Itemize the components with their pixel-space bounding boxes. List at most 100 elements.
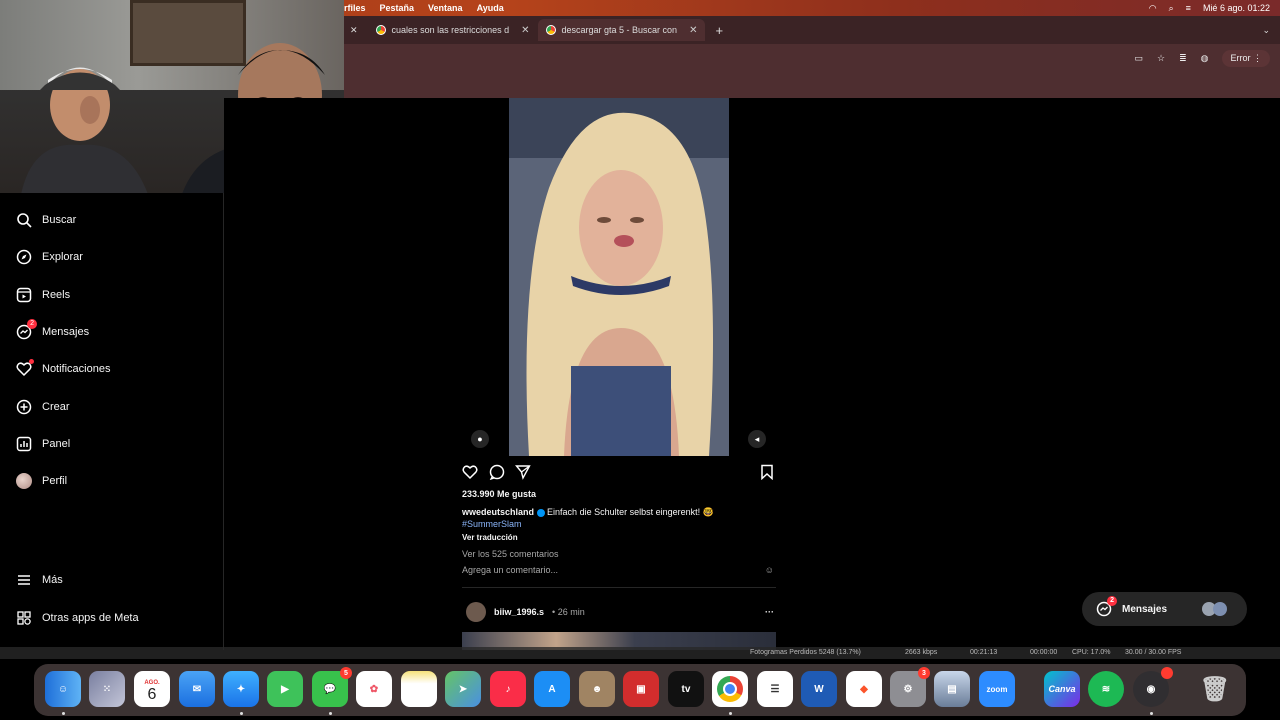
- chrome-icon[interactable]: [712, 671, 748, 707]
- more-options-icon[interactable]: ···: [765, 607, 774, 617]
- star-icon[interactable]: ☆: [1157, 53, 1165, 64]
- finder-icon[interactable]: ☺: [45, 671, 81, 707]
- trash-icon[interactable]: 🗑: [1197, 671, 1233, 707]
- tab-gta[interactable]: descargar gta 5 - Buscar con ✕: [537, 19, 706, 41]
- sidebar-item-reels[interactable]: Reels: [16, 283, 70, 307]
- mail-icon[interactable]: ✉: [179, 671, 215, 707]
- cast-icon[interactable]: ▭: [1134, 53, 1143, 64]
- sidebar-item-explorar[interactable]: Explorar: [16, 245, 83, 269]
- volume-icon[interactable]: ◂: [748, 430, 766, 448]
- zoom-icon[interactable]: zoom: [979, 671, 1015, 707]
- bookmark-icon[interactable]: [760, 464, 774, 480]
- likes-count[interactable]: 233.990 Me gusta: [462, 489, 536, 499]
- translate-link[interactable]: Ver traducción: [462, 533, 518, 542]
- sidebar-item-notificaciones[interactable]: Notificaciones: [16, 357, 110, 381]
- messages-pill-avatars: [1202, 602, 1227, 616]
- word-icon[interactable]: W: [801, 671, 837, 707]
- tv-label: tv: [681, 683, 691, 695]
- profile-icon[interactable]: ◍: [1201, 53, 1209, 64]
- canva-icon[interactable]: Canva: [1044, 671, 1080, 707]
- comment-icon[interactable]: [489, 464, 505, 480]
- facetime-icon[interactable]: ▶: [267, 671, 303, 707]
- dropped-frames: Fotogramas Perdidos 5248 (13.7%): [750, 649, 861, 656]
- menu-item-files[interactable]: rfiles: [344, 3, 366, 13]
- photos-icon[interactable]: ✿: [356, 671, 392, 707]
- emoji-icon[interactable]: ☺: [765, 565, 774, 575]
- post-caption: wwedeutschland Einfach die Schulter selb…: [462, 506, 776, 530]
- sidebar-item-label: Más: [42, 574, 63, 586]
- bitrate: 2663 kbps: [905, 649, 938, 656]
- sidebar-item-otras-apps[interactable]: Otras apps de Meta: [16, 606, 139, 630]
- error-button[interactable]: Error ⋮: [1222, 49, 1270, 67]
- close-icon[interactable]: ✕: [521, 25, 529, 36]
- close-icon[interactable]: ✕: [350, 25, 358, 36]
- sidebar-item-crear[interactable]: Crear: [16, 395, 70, 419]
- menubar-clock[interactable]: Mié 6 ago. 01:22: [1203, 3, 1270, 13]
- obs-record-indicator: [1161, 667, 1173, 679]
- recording-time: 00:21:13: [970, 649, 998, 656]
- wifi-icon[interactable]: ◠: [1149, 3, 1157, 14]
- launchpad-icon[interactable]: ⁙: [89, 671, 125, 707]
- preview-icon[interactable]: ▤: [934, 671, 970, 707]
- sidebar-item-label: Mensajes: [42, 326, 90, 338]
- bookmarks-bar: [344, 72, 1280, 98]
- sidebar-item-buscar[interactable]: Buscar: [16, 208, 76, 232]
- apple-tv-icon[interactable]: tv: [668, 671, 704, 707]
- messenger-icon: 2: [16, 319, 37, 340]
- share-icon[interactable]: [515, 464, 531, 480]
- hashtag-link[interactable]: #SummerSlam: [462, 519, 522, 529]
- messages-pill[interactable]: 2 Mensajes: [1082, 592, 1247, 626]
- post-video[interactable]: [509, 98, 729, 456]
- next-post-username[interactable]: biiw_1996.s: [494, 607, 544, 617]
- like-heart-icon[interactable]: [462, 464, 478, 480]
- sidebar-item-mensajes[interactable]: 2 Mensajes: [16, 319, 90, 344]
- chevron-down-icon[interactable]: ⌄: [1262, 25, 1270, 36]
- post-video-frame: [509, 98, 729, 456]
- reading-list-icon[interactable]: ≣: [1179, 53, 1187, 64]
- caption-text: Einfach die Schulter selbst eingerenkt! …: [547, 507, 714, 517]
- menu-item-window[interactable]: Ventana: [428, 3, 463, 13]
- user-tag-icon[interactable]: ●: [471, 430, 489, 448]
- photo-booth-icon[interactable]: ▣: [623, 671, 659, 707]
- spotify-icon[interactable]: ≋: [1088, 671, 1124, 707]
- comment-input[interactable]: Agrega un comentario... ☺: [462, 565, 776, 575]
- running-indicator: [240, 712, 243, 715]
- maps-icon[interactable]: ➤: [445, 671, 481, 707]
- messages-pill-label: Mensajes: [1122, 603, 1168, 615]
- control-center-icon[interactable]: ≡: [1186, 3, 1191, 13]
- safari-icon[interactable]: ✦: [223, 671, 259, 707]
- zoom-label: zoom: [986, 684, 1008, 694]
- post-username[interactable]: wwedeutschland: [462, 507, 534, 517]
- tab-restricciones[interactable]: cuales son las restricciones d ✕: [368, 19, 538, 41]
- messages-app-icon[interactable]: 💬 5: [312, 667, 352, 707]
- search-icon[interactable]: ⌕: [1169, 3, 1174, 14]
- sidebar-item-label: Crear: [42, 401, 70, 413]
- tab-bar: ✕ cuales son las restricciones d ✕ desca…: [344, 16, 1280, 44]
- profile-avatar: [16, 473, 32, 489]
- contacts-icon[interactable]: ☻: [579, 671, 615, 707]
- new-tab-button[interactable]: +: [715, 23, 723, 38]
- stream-time: 00:00:00: [1030, 649, 1058, 656]
- brave-icon[interactable]: ◆: [846, 671, 882, 707]
- notes-icon[interactable]: [401, 671, 437, 707]
- system-settings-icon[interactable]: ⚙ 3: [890, 667, 930, 707]
- sidebar-item-panel[interactable]: Panel: [16, 432, 70, 456]
- menu-item-tab[interactable]: Pestaña: [380, 3, 415, 13]
- obs-status-bar: Fotogramas Perdidos 5248 (13.7%) 2663 kb…: [0, 647, 1280, 659]
- google-icon: [545, 25, 556, 35]
- sidebar-item-label: Perfil: [42, 475, 68, 487]
- view-comments-link[interactable]: Ver los 525 comentarios: [462, 549, 559, 559]
- sidebar-item-perfil[interactable]: Perfil: [16, 469, 67, 493]
- menu-item-help[interactable]: Ayuda: [477, 3, 504, 13]
- close-icon[interactable]: ✕: [689, 25, 697, 36]
- app-store-icon[interactable]: A: [534, 671, 570, 707]
- obs-icon[interactable]: ◉: [1133, 667, 1173, 707]
- next-post-avatar[interactable]: [466, 602, 486, 622]
- sidebar-item-mas[interactable]: Más: [16, 568, 63, 592]
- music-icon[interactable]: ♪: [490, 671, 526, 707]
- calendar-icon[interactable]: AGO. 6: [134, 671, 170, 707]
- fps: 30.00 / 30.00 FPS: [1125, 649, 1182, 656]
- post-media[interactable]: ● ◂: [462, 98, 776, 456]
- reminders-icon[interactable]: ☰: [757, 671, 793, 707]
- plus-square-icon: [16, 399, 32, 415]
